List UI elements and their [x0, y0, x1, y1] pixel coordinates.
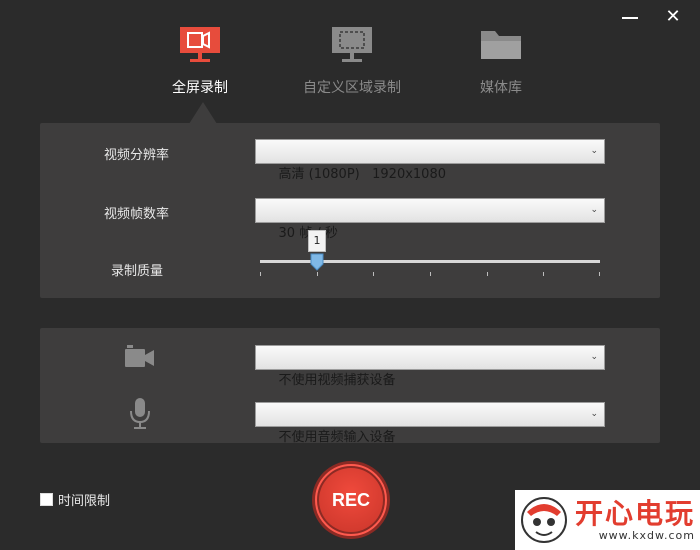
- slider-tick: [317, 272, 318, 276]
- framerate-label: 视频帧数率: [104, 207, 170, 222]
- chevron-down-icon: ⌄: [590, 146, 598, 156]
- mascot-icon: [521, 497, 567, 543]
- slider-tick: [487, 272, 488, 276]
- quality-label: 录制质量: [111, 264, 164, 279]
- chevron-down-icon: ⌄: [590, 352, 598, 362]
- tab-label: 全屏录制: [172, 80, 228, 96]
- minimize-icon: [622, 17, 638, 19]
- rec-ring: REC: [315, 464, 387, 536]
- slider-tick: [373, 272, 374, 276]
- resolution-value: 高清 (1080P) 1920x1080: [278, 167, 446, 182]
- slider-tick: [543, 272, 544, 276]
- slider-tick: [430, 272, 431, 276]
- close-button[interactable]: ✕: [662, 6, 684, 28]
- watermark-url: www.kxdw.com: [598, 528, 696, 542]
- minimize-button[interactable]: [619, 6, 641, 28]
- microphone-icon: [129, 398, 151, 434]
- framerate-select[interactable]: 30 帧 / 秒 ⌄: [255, 198, 605, 241]
- chevron-down-icon: ⌄: [590, 205, 598, 215]
- video-device-value: 不使用视频捕获设备: [278, 373, 396, 388]
- close-icon: ✕: [665, 6, 681, 27]
- slider-tick: [599, 272, 600, 276]
- folder-icon: [477, 25, 525, 67]
- monitor-record-icon: [176, 25, 224, 67]
- tab-fullscreen-record[interactable]: 全屏录制: [160, 25, 240, 97]
- recording-settings-panel: 视频分辨率 高清 (1080P) 1920x1080 ⌄ 视频帧数率 30 帧 …: [40, 123, 660, 298]
- camera-icon: [125, 345, 155, 373]
- tab-label: 媒体库: [480, 80, 522, 96]
- watermark-brand: 开心电玩: [575, 496, 696, 530]
- quality-slider-thumb[interactable]: [310, 253, 324, 271]
- capture-devices-panel: 不使用视频捕获设备 ⌄ 不使用音频输入设备 ⌄: [40, 328, 660, 445]
- tab-label: 自定义区域录制: [303, 80, 401, 96]
- checkbox-box[interactable]: [40, 493, 53, 506]
- watermark-logo: 开心电玩 www.kxdw.com: [515, 490, 700, 550]
- audio-device-value: 不使用音频输入设备: [278, 430, 396, 445]
- monitor-region-icon: [328, 25, 376, 67]
- tab-region-record[interactable]: 自定义区域录制: [295, 25, 409, 97]
- rec-label: REC: [319, 468, 383, 532]
- chevron-down-icon: ⌄: [590, 409, 598, 419]
- video-device-select[interactable]: 不使用视频捕获设备 ⌄: [255, 345, 605, 388]
- slider-tick: [260, 272, 261, 276]
- active-tab-pointer: [189, 102, 217, 124]
- resolution-label: 视频分辨率: [104, 148, 170, 163]
- tab-media-library[interactable]: 媒体库: [466, 25, 536, 97]
- rec-button[interactable]: REC: [312, 461, 390, 539]
- quality-value-tooltip: 1: [308, 230, 326, 252]
- time-limit-label: 时间限制: [58, 494, 111, 509]
- resolution-select[interactable]: 高清 (1080P) 1920x1080 ⌄: [255, 139, 605, 182]
- time-limit-checkbox[interactable]: 时间限制: [40, 490, 110, 509]
- audio-device-select[interactable]: 不使用音频输入设备 ⌄: [255, 402, 605, 445]
